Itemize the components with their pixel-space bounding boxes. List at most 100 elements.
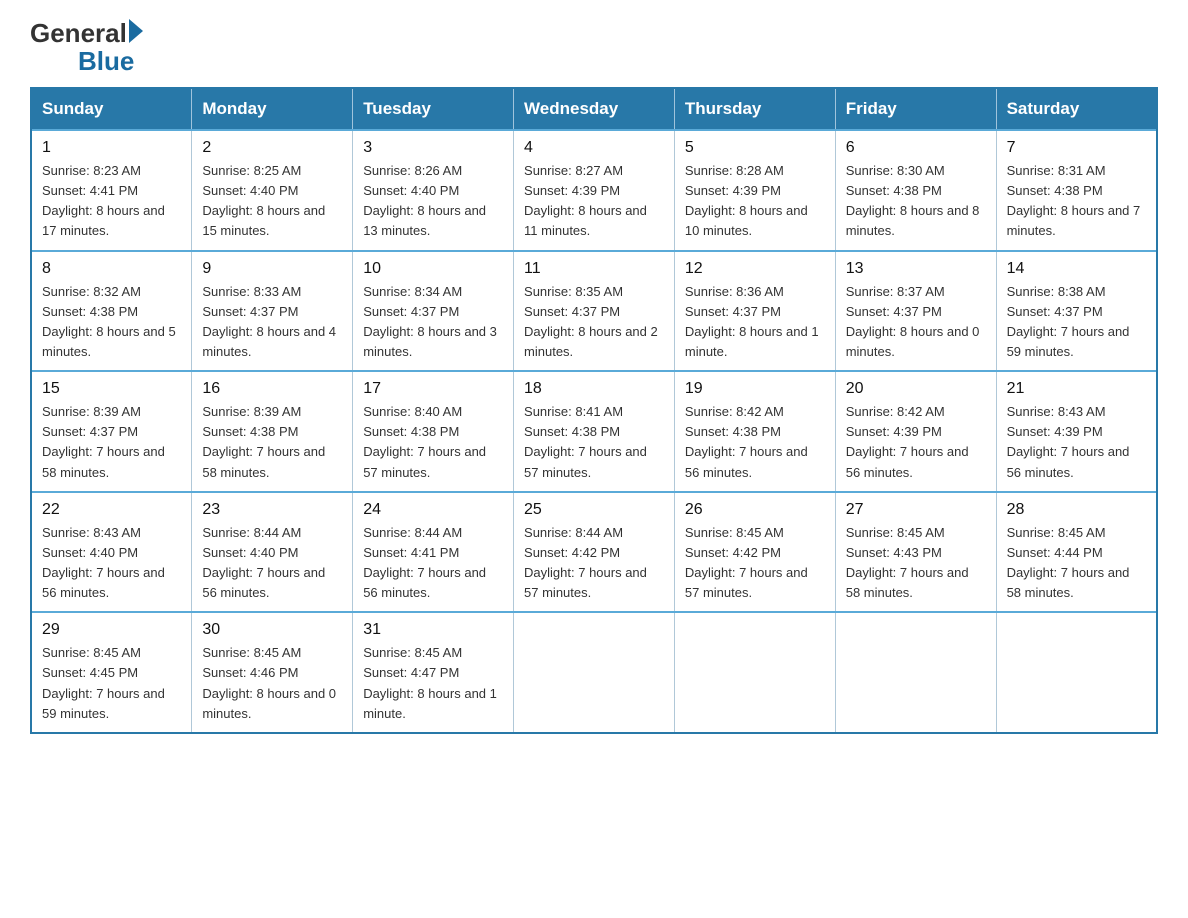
- calendar-cell: 13 Sunrise: 8:37 AM Sunset: 4:37 PM Dayl…: [835, 251, 996, 372]
- day-info: Sunrise: 8:32 AM Sunset: 4:38 PM Dayligh…: [42, 282, 181, 363]
- calendar-cell: 23 Sunrise: 8:44 AM Sunset: 4:40 PM Dayl…: [192, 492, 353, 613]
- day-number: 25: [524, 501, 664, 519]
- calendar-cell: 28 Sunrise: 8:45 AM Sunset: 4:44 PM Dayl…: [996, 492, 1157, 613]
- day-number: 9: [202, 260, 342, 278]
- day-number: 20: [846, 380, 986, 398]
- calendar-cell: 5 Sunrise: 8:28 AM Sunset: 4:39 PM Dayli…: [674, 130, 835, 251]
- day-info: Sunrise: 8:35 AM Sunset: 4:37 PM Dayligh…: [524, 282, 664, 363]
- logo-blue-text: Blue: [78, 46, 134, 76]
- day-info: Sunrise: 8:31 AM Sunset: 4:38 PM Dayligh…: [1007, 161, 1146, 242]
- day-number: 30: [202, 621, 342, 639]
- day-number: 5: [685, 139, 825, 157]
- page-header: General Blue: [30, 20, 1158, 77]
- day-info: Sunrise: 8:45 AM Sunset: 4:43 PM Dayligh…: [846, 523, 986, 604]
- day-number: 21: [1007, 380, 1146, 398]
- day-number: 1: [42, 139, 181, 157]
- day-info: Sunrise: 8:39 AM Sunset: 4:37 PM Dayligh…: [42, 402, 181, 483]
- day-info: Sunrise: 8:36 AM Sunset: 4:37 PM Dayligh…: [685, 282, 825, 363]
- day-info: Sunrise: 8:45 AM Sunset: 4:42 PM Dayligh…: [685, 523, 825, 604]
- day-number: 7: [1007, 139, 1146, 157]
- day-info: Sunrise: 8:41 AM Sunset: 4:38 PM Dayligh…: [524, 402, 664, 483]
- calendar-cell: 17 Sunrise: 8:40 AM Sunset: 4:38 PM Dayl…: [353, 371, 514, 492]
- day-info: Sunrise: 8:43 AM Sunset: 4:39 PM Dayligh…: [1007, 402, 1146, 483]
- day-info: Sunrise: 8:44 AM Sunset: 4:40 PM Dayligh…: [202, 523, 342, 604]
- day-info: Sunrise: 8:34 AM Sunset: 4:37 PM Dayligh…: [363, 282, 503, 363]
- calendar-cell: 6 Sunrise: 8:30 AM Sunset: 4:38 PM Dayli…: [835, 130, 996, 251]
- day-info: Sunrise: 8:43 AM Sunset: 4:40 PM Dayligh…: [42, 523, 181, 604]
- calendar-cell: 21 Sunrise: 8:43 AM Sunset: 4:39 PM Dayl…: [996, 371, 1157, 492]
- calendar-cell: 29 Sunrise: 8:45 AM Sunset: 4:45 PM Dayl…: [31, 612, 192, 733]
- calendar-cell: 26 Sunrise: 8:45 AM Sunset: 4:42 PM Dayl…: [674, 492, 835, 613]
- day-number: 13: [846, 260, 986, 278]
- day-info: Sunrise: 8:42 AM Sunset: 4:38 PM Dayligh…: [685, 402, 825, 483]
- calendar-cell: 31 Sunrise: 8:45 AM Sunset: 4:47 PM Dayl…: [353, 612, 514, 733]
- day-info: Sunrise: 8:45 AM Sunset: 4:47 PM Dayligh…: [363, 643, 503, 724]
- day-info: Sunrise: 8:44 AM Sunset: 4:42 PM Dayligh…: [524, 523, 664, 604]
- calendar-cell: 4 Sunrise: 8:27 AM Sunset: 4:39 PM Dayli…: [514, 130, 675, 251]
- calendar-week-2: 8 Sunrise: 8:32 AM Sunset: 4:38 PM Dayli…: [31, 251, 1157, 372]
- calendar-week-4: 22 Sunrise: 8:43 AM Sunset: 4:40 PM Dayl…: [31, 492, 1157, 613]
- logo: General Blue: [30, 20, 143, 77]
- day-info: Sunrise: 8:45 AM Sunset: 4:45 PM Dayligh…: [42, 643, 181, 724]
- day-number: 10: [363, 260, 503, 278]
- calendar-header: SundayMondayTuesdayWednesdayThursdayFrid…: [31, 88, 1157, 130]
- day-number: 14: [1007, 260, 1146, 278]
- day-number: 8: [42, 260, 181, 278]
- day-number: 19: [685, 380, 825, 398]
- day-header-tuesday: Tuesday: [353, 88, 514, 130]
- day-info: Sunrise: 8:38 AM Sunset: 4:37 PM Dayligh…: [1007, 282, 1146, 363]
- calendar-week-5: 29 Sunrise: 8:45 AM Sunset: 4:45 PM Dayl…: [31, 612, 1157, 733]
- calendar-cell: [674, 612, 835, 733]
- day-header-friday: Friday: [835, 88, 996, 130]
- day-number: 27: [846, 501, 986, 519]
- calendar-cell: [514, 612, 675, 733]
- day-number: 31: [363, 621, 503, 639]
- day-number: 22: [42, 501, 181, 519]
- day-number: 29: [42, 621, 181, 639]
- calendar-cell: 14 Sunrise: 8:38 AM Sunset: 4:37 PM Dayl…: [996, 251, 1157, 372]
- day-info: Sunrise: 8:33 AM Sunset: 4:37 PM Dayligh…: [202, 282, 342, 363]
- day-header-saturday: Saturday: [996, 88, 1157, 130]
- day-header-monday: Monday: [192, 88, 353, 130]
- calendar-cell: 10 Sunrise: 8:34 AM Sunset: 4:37 PM Dayl…: [353, 251, 514, 372]
- day-info: Sunrise: 8:42 AM Sunset: 4:39 PM Dayligh…: [846, 402, 986, 483]
- day-info: Sunrise: 8:28 AM Sunset: 4:39 PM Dayligh…: [685, 161, 825, 242]
- calendar-cell: 30 Sunrise: 8:45 AM Sunset: 4:46 PM Dayl…: [192, 612, 353, 733]
- day-info: Sunrise: 8:39 AM Sunset: 4:38 PM Dayligh…: [202, 402, 342, 483]
- calendar-cell: 12 Sunrise: 8:36 AM Sunset: 4:37 PM Dayl…: [674, 251, 835, 372]
- day-info: Sunrise: 8:40 AM Sunset: 4:38 PM Dayligh…: [363, 402, 503, 483]
- calendar-cell: 2 Sunrise: 8:25 AM Sunset: 4:40 PM Dayli…: [192, 130, 353, 251]
- calendar-cell: 1 Sunrise: 8:23 AM Sunset: 4:41 PM Dayli…: [31, 130, 192, 251]
- day-info: Sunrise: 8:45 AM Sunset: 4:46 PM Dayligh…: [202, 643, 342, 724]
- calendar-cell: 15 Sunrise: 8:39 AM Sunset: 4:37 PM Dayl…: [31, 371, 192, 492]
- calendar-cell: 11 Sunrise: 8:35 AM Sunset: 4:37 PM Dayl…: [514, 251, 675, 372]
- day-number: 11: [524, 260, 664, 278]
- day-number: 17: [363, 380, 503, 398]
- calendar-cell: [835, 612, 996, 733]
- calendar-week-3: 15 Sunrise: 8:39 AM Sunset: 4:37 PM Dayl…: [31, 371, 1157, 492]
- day-header-wednesday: Wednesday: [514, 88, 675, 130]
- logo-arrow-icon: [129, 19, 143, 43]
- calendar-table: SundayMondayTuesdayWednesdayThursdayFrid…: [30, 87, 1158, 734]
- day-info: Sunrise: 8:25 AM Sunset: 4:40 PM Dayligh…: [202, 161, 342, 242]
- calendar-cell: 9 Sunrise: 8:33 AM Sunset: 4:37 PM Dayli…: [192, 251, 353, 372]
- calendar-cell: [996, 612, 1157, 733]
- calendar-cell: 16 Sunrise: 8:39 AM Sunset: 4:38 PM Dayl…: [192, 371, 353, 492]
- calendar-cell: 7 Sunrise: 8:31 AM Sunset: 4:38 PM Dayli…: [996, 130, 1157, 251]
- day-header-sunday: Sunday: [31, 88, 192, 130]
- calendar-cell: 25 Sunrise: 8:44 AM Sunset: 4:42 PM Dayl…: [514, 492, 675, 613]
- day-info: Sunrise: 8:27 AM Sunset: 4:39 PM Dayligh…: [524, 161, 664, 242]
- calendar-cell: 3 Sunrise: 8:26 AM Sunset: 4:40 PM Dayli…: [353, 130, 514, 251]
- day-number: 16: [202, 380, 342, 398]
- day-number: 6: [846, 139, 986, 157]
- day-number: 3: [363, 139, 503, 157]
- day-number: 12: [685, 260, 825, 278]
- day-info: Sunrise: 8:45 AM Sunset: 4:44 PM Dayligh…: [1007, 523, 1146, 604]
- day-info: Sunrise: 8:26 AM Sunset: 4:40 PM Dayligh…: [363, 161, 503, 242]
- calendar-cell: 27 Sunrise: 8:45 AM Sunset: 4:43 PM Dayl…: [835, 492, 996, 613]
- calendar-week-1: 1 Sunrise: 8:23 AM Sunset: 4:41 PM Dayli…: [31, 130, 1157, 251]
- calendar-cell: 20 Sunrise: 8:42 AM Sunset: 4:39 PM Dayl…: [835, 371, 996, 492]
- logo-general-text: General: [30, 20, 127, 46]
- day-number: 23: [202, 501, 342, 519]
- day-number: 26: [685, 501, 825, 519]
